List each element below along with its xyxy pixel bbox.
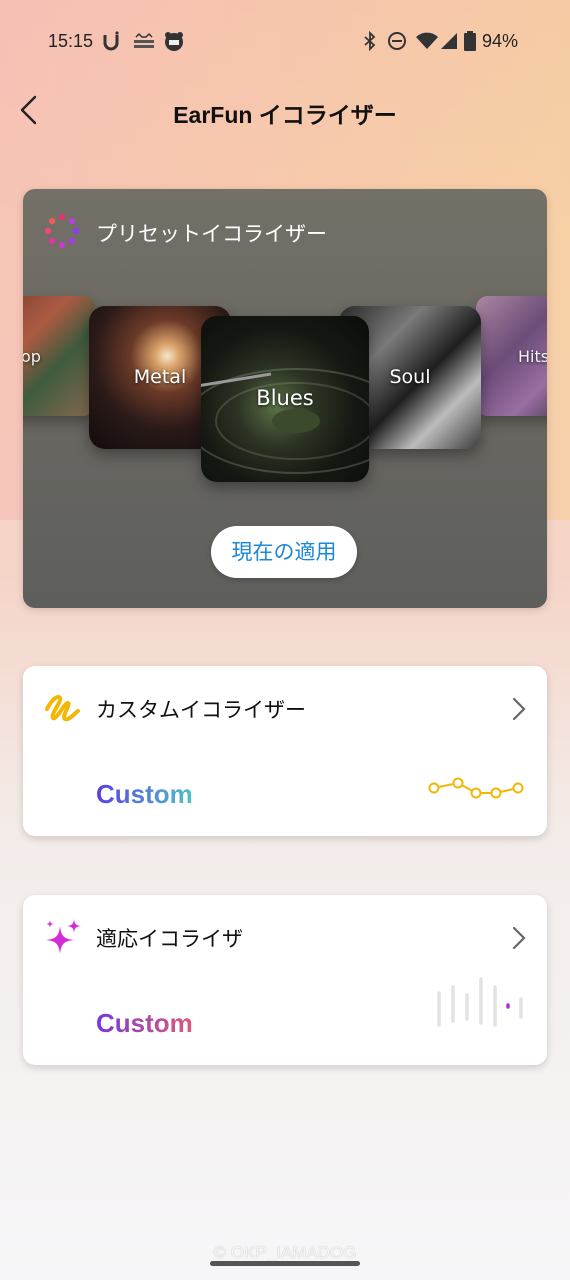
custom-eq-title: カスタムイコライザー bbox=[96, 698, 306, 722]
map-app-icon bbox=[165, 32, 183, 51]
album-label: Hits bbox=[518, 347, 547, 366]
wifi-icon bbox=[416, 32, 438, 49]
apply-preset-button[interactable]: 現在の適用 bbox=[211, 526, 357, 578]
status-bar: 15:15 94% bbox=[0, 0, 570, 80]
album-blues[interactable]: Blues bbox=[201, 316, 369, 482]
battery-icon bbox=[464, 31, 476, 51]
adaptive-equalizer-card[interactable]: 適応イコライザ Custom bbox=[23, 895, 547, 1065]
album-label: Blues bbox=[256, 386, 314, 410]
preset-title: プリセットイコライザー bbox=[96, 222, 327, 246]
bluetooth-icon bbox=[364, 31, 376, 51]
watermark: © OKP_IAMADOG bbox=[213, 1243, 357, 1262]
signal-icon bbox=[441, 33, 457, 49]
sparkle-icon bbox=[46, 919, 81, 954]
chevron-right-icon[interactable] bbox=[511, 696, 527, 722]
album-label: p-Hop bbox=[23, 347, 41, 366]
adaptive-eq-title: 適応イコライザ bbox=[96, 927, 243, 951]
battery-percent: 94% bbox=[482, 31, 519, 51]
album-hits[interactable]: Hits bbox=[476, 296, 547, 416]
preset-equalizer-card: プリセットイコライザー p-Hop Hits Metal Soul Blues … bbox=[23, 189, 547, 608]
waveform-icon bbox=[437, 977, 523, 1027]
status-time: 15:15 bbox=[48, 31, 94, 51]
preset-dots-icon bbox=[44, 213, 80, 249]
eq-curve-icon bbox=[428, 777, 524, 799]
app-header: EarFun イコライザー bbox=[0, 85, 570, 135]
chevron-right-icon[interactable] bbox=[511, 925, 527, 951]
squiggle-icon bbox=[45, 695, 80, 722]
dnd-icon bbox=[388, 32, 406, 50]
album-hiphop[interactable]: p-Hop bbox=[23, 296, 95, 416]
custom-equalizer-card[interactable]: カスタムイコライザー Custom bbox=[23, 666, 547, 836]
hello-cycling-icon bbox=[134, 32, 154, 48]
custom-eq-value: Custom bbox=[96, 779, 193, 809]
u-app-icon bbox=[103, 31, 119, 51]
home-indicator[interactable] bbox=[210, 1261, 360, 1266]
page-title: EarFun イコライザー bbox=[173, 102, 397, 128]
adaptive-eq-value: Custom bbox=[96, 1008, 193, 1038]
